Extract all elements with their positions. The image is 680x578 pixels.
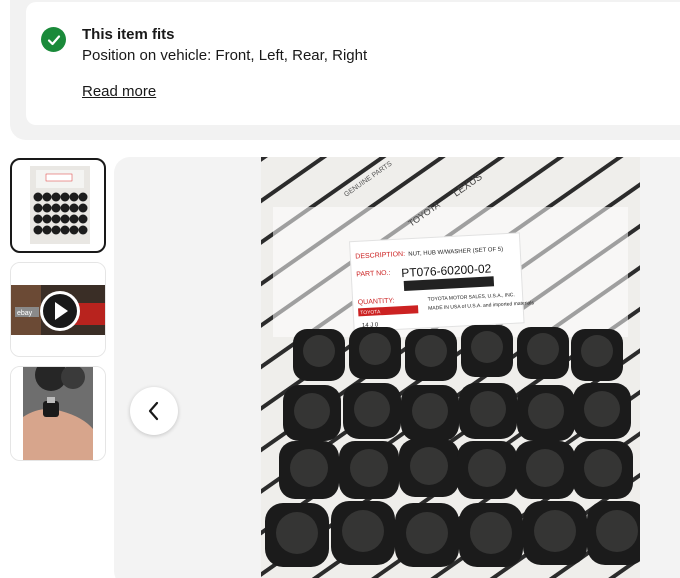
- chevron-left-icon: [148, 401, 159, 421]
- thumbnail-2-image: ebay: [11, 263, 105, 356]
- thumbnail-3-image: [11, 367, 105, 460]
- thumbnail-1-image: [14, 162, 102, 249]
- thumbnail-2-video[interactable]: ebay: [10, 262, 106, 357]
- thumbnail-1[interactable]: [10, 158, 106, 253]
- fitment-position: Position on vehicle: Front, Left, Rear, …: [82, 47, 368, 64]
- previous-image-button[interactable]: [130, 387, 178, 435]
- ebay-badge: ebay: [17, 310, 33, 317]
- read-more-link[interactable]: Read more: [82, 83, 156, 100]
- thumbnail-3[interactable]: [10, 366, 106, 461]
- label-brand: TOYOTA: [360, 309, 381, 316]
- main-product-image[interactable]: DESCRIPTION: NUT, HUB W/WASHER (SET OF 5…: [261, 157, 640, 578]
- fitment-title: This item fits: [82, 26, 175, 43]
- check-circle-icon: [41, 27, 66, 52]
